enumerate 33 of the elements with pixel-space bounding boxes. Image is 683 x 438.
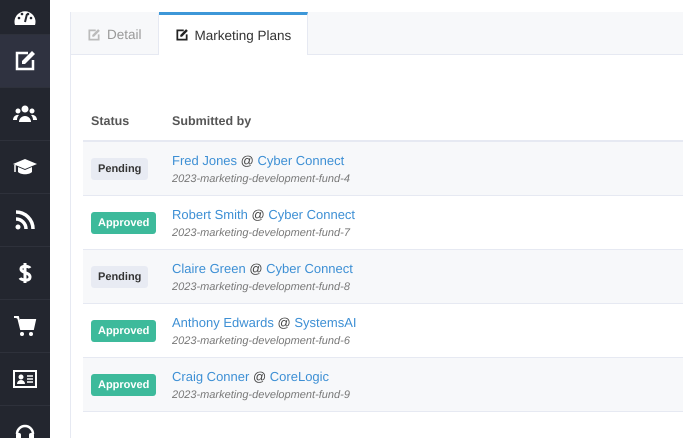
- at-sign: @: [249, 260, 263, 276]
- status-badge: Approved: [91, 212, 156, 234]
- at-sign: @: [252, 206, 265, 222]
- rss-icon: [13, 208, 37, 232]
- company-link[interactable]: Cyber Connect: [268, 206, 356, 222]
- company-link[interactable]: Cyber Connect: [266, 260, 353, 276]
- edit-icon: [13, 49, 37, 73]
- plan-name: 2023-marketing-development-fund-6: [172, 334, 351, 346]
- person-link[interactable]: Robert Smith: [172, 206, 248, 222]
- edit-icon: [87, 28, 101, 42]
- person-link[interactable]: Anthony Edwards: [172, 314, 274, 330]
- at-sign: @: [278, 314, 291, 330]
- tab[interactable]: Marketing Plans: [158, 12, 308, 55]
- plan-name: 2023-marketing-development-fund-4: [172, 172, 351, 184]
- company-link[interactable]: Cyber Connect: [258, 152, 344, 168]
- company-link[interactable]: SystemsAI: [294, 314, 356, 330]
- status-badge: Pending: [91, 158, 148, 180]
- cart-icon: [13, 314, 37, 338]
- plan-name: 2023-marketing-development-fund-7: [172, 226, 352, 238]
- status-badge: Approved: [91, 320, 156, 342]
- edit-icon: [174, 28, 189, 42]
- at-sign: @: [240, 152, 254, 168]
- plan-name: 2023-marketing-development-fund-9: [172, 388, 351, 400]
- status-badge: Pending: [91, 266, 148, 288]
- id-card-icon: [13, 367, 37, 391]
- sidebar-item[interactable]: [0, 35, 50, 88]
- person-link[interactable]: Fred Jones: [172, 152, 238, 168]
- company-link[interactable]: CoreLogic: [270, 368, 330, 384]
- plan-name: 2023-marketing-development-fund-8: [172, 280, 351, 292]
- at-sign: @: [252, 368, 266, 384]
- person-link[interactable]: Claire Green: [172, 260, 246, 276]
- status-badge: Approved: [91, 374, 156, 396]
- person-link[interactable]: Craig Conner: [172, 368, 250, 384]
